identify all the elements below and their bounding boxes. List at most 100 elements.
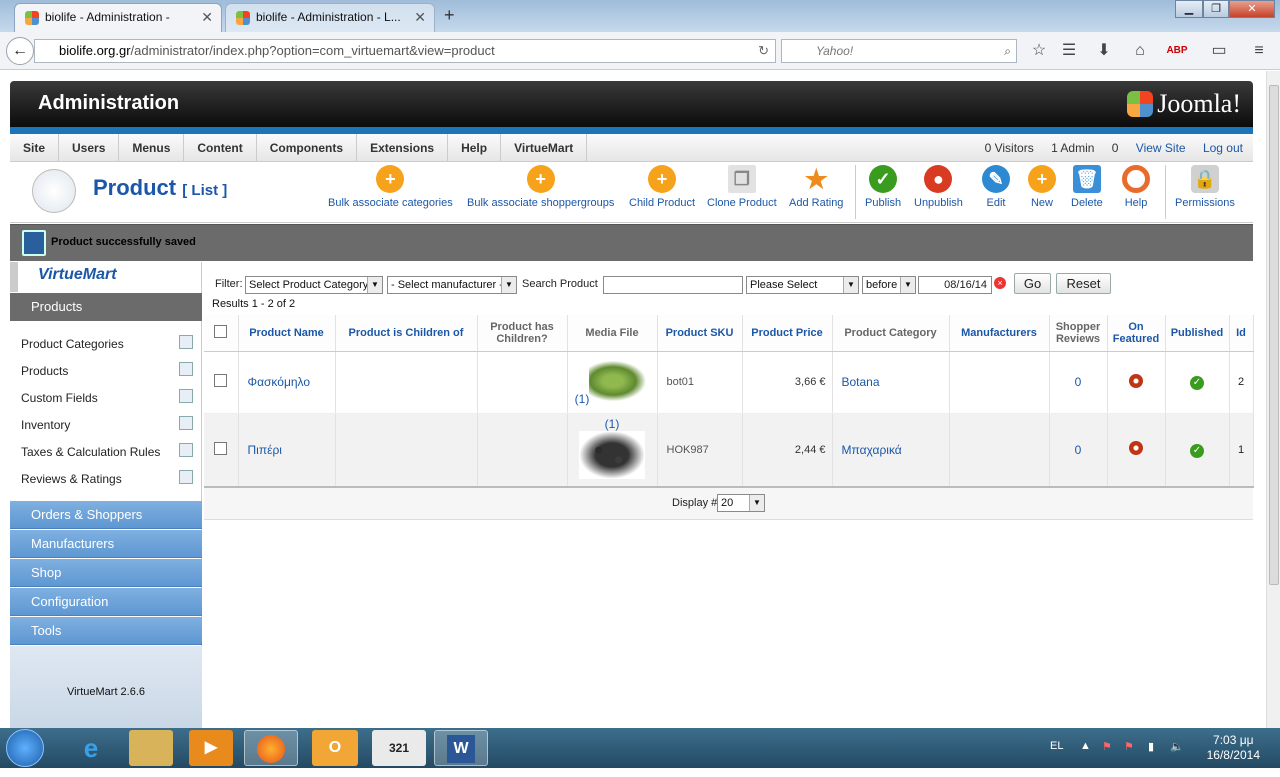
new-button[interactable]: + New (1028, 165, 1056, 209)
home-icon[interactable]: ⌂ (1129, 40, 1151, 62)
adblock-icon[interactable]: ABP (1166, 40, 1188, 62)
sidebar-item-taxes[interactable]: Taxes & Calculation Rules (21, 443, 193, 459)
edit-button[interactable]: ✎ Edit (982, 165, 1010, 209)
media-player-icon[interactable]: ▶ (189, 730, 233, 766)
menu-users[interactable]: Users (59, 134, 120, 162)
reviews-link[interactable]: 0 (1049, 351, 1108, 414)
column-published[interactable]: Published (1165, 315, 1230, 352)
signal-icon[interactable]: ▮ (1148, 740, 1154, 753)
column-id[interactable]: Id (1229, 315, 1254, 352)
unfeatured-icon[interactable] (1129, 373, 1143, 388)
reload-icon[interactable]: ↻ (758, 40, 769, 62)
calendar-321-icon[interactable]: 321 (372, 730, 426, 766)
menu-content[interactable]: Content (184, 134, 257, 162)
before-select[interactable]: before ▼ (862, 276, 916, 294)
reviews-link[interactable]: 0 (1049, 413, 1108, 488)
bulk-associate-categories-button[interactable]: + Bulk associate categories (328, 165, 453, 209)
menu-help[interactable]: Help (448, 134, 502, 162)
file-explorer-icon[interactable] (129, 730, 173, 766)
bulk-associate-shoppergroups-button[interactable]: + Bulk associate shoppergroups (467, 165, 614, 209)
permissions-button[interactable]: 🔒 Permissions (1175, 165, 1235, 209)
scrollbar-thumb[interactable] (1269, 85, 1279, 585)
windows-start-icon[interactable] (6, 729, 44, 767)
messages-count[interactable]: 0 (1112, 141, 1119, 155)
sidebar-section-orders[interactable]: Orders & Shoppers (10, 501, 202, 529)
reset-button[interactable]: Reset (1056, 273, 1111, 294)
download-icon[interactable]: ⬇ (1093, 40, 1115, 62)
menu-icon[interactable]: ≡ (1248, 40, 1270, 62)
column-children-of[interactable]: Product is Children of (335, 315, 478, 352)
unpublish-button[interactable]: ● Unpublish (914, 165, 963, 209)
display-count-select[interactable]: 20 ▼ (717, 494, 765, 512)
date-filter-select[interactable]: Please Select ▼ (746, 276, 859, 294)
new-tab-icon[interactable]: + (444, 5, 455, 26)
clear-date-icon[interactable]: × (994, 277, 1006, 289)
menu-components[interactable]: Components (257, 134, 358, 162)
column-product-name[interactable]: Product Name (238, 315, 336, 352)
sidebar-item-reviews[interactable]: Reviews & Ratings (21, 470, 193, 486)
page-scrollbar[interactable] (1266, 71, 1280, 728)
close-window-icon[interactable]: ✕ (1229, 0, 1275, 18)
internet-explorer-icon[interactable]: e (64, 730, 118, 766)
menu-virtuemart[interactable]: VirtueMart (501, 134, 588, 162)
child-product-button[interactable]: + Child Product (629, 165, 695, 209)
reading-list-icon[interactable]: ☰ (1058, 40, 1080, 62)
sage-leaf-image[interactable] (589, 358, 650, 403)
search-icon[interactable]: ⌕ (1004, 40, 1011, 62)
manufacturer-select[interactable]: - Select manufacturer - ▼ (387, 276, 517, 294)
media-count-link[interactable]: (1) (575, 392, 590, 406)
published-check-icon[interactable]: ✓ (1190, 443, 1204, 458)
sidebar-section-configuration[interactable]: Configuration (10, 588, 202, 616)
network-warning-icon[interactable]: ⚑ (1102, 740, 1112, 753)
menu-site[interactable]: Site (10, 134, 60, 162)
add-rating-button[interactable]: ★ Add Rating (789, 165, 843, 209)
media-count-link[interactable]: (1) (568, 417, 657, 431)
bookmark-star-icon[interactable]: ☆ (1028, 40, 1050, 62)
row-checkbox[interactable] (214, 374, 228, 387)
sidebar-section-products[interactable]: Products (10, 293, 202, 321)
browser-tab-active[interactable]: biolife - Administration - ✕ (14, 3, 222, 32)
column-sku[interactable]: Product SKU (657, 315, 743, 352)
go-button[interactable]: Go (1014, 273, 1051, 294)
menu-extensions[interactable]: Extensions (357, 134, 449, 162)
firefox-icon[interactable] (244, 730, 298, 766)
volume-icon[interactable]: 🔈 (1170, 740, 1184, 753)
minimize-icon[interactable]: ▁ (1175, 0, 1203, 18)
logout-link[interactable]: Log out (1203, 141, 1243, 155)
url-bar[interactable]: biolife.org.gr/administrator/index.php?o… (34, 39, 776, 63)
search-product-input[interactable] (603, 276, 743, 294)
outlook-icon[interactable]: O (312, 730, 358, 766)
view-site-link[interactable]: View Site (1136, 141, 1186, 155)
category-select[interactable]: Select Product Category ▼ (245, 276, 383, 294)
sidebar-collapse-handle[interactable] (10, 262, 18, 292)
sidebar-section-tools[interactable]: Tools (10, 617, 202, 645)
column-featured[interactable]: On Featured (1107, 315, 1166, 352)
pepper-image[interactable] (579, 431, 645, 480)
sidebar-section-shop[interactable]: Shop (10, 559, 202, 587)
row-checkbox[interactable] (214, 441, 228, 455)
show-hidden-icons-icon[interactable]: ▲ (1080, 740, 1091, 752)
maximize-icon[interactable]: ❐ (1203, 0, 1229, 18)
sidebar-item-inventory[interactable]: Inventory (21, 416, 193, 432)
search-bar[interactable]: Yahoo! ⌕ (781, 39, 1017, 63)
publish-button[interactable]: ✓ Publish (865, 165, 901, 209)
browser-tab[interactable]: biolife - Administration - L... ✕ (225, 3, 435, 32)
close-tab-icon[interactable]: ✕ (414, 4, 426, 31)
action-center-icon[interactable]: ⚑ (1124, 740, 1134, 753)
column-manufacturers[interactable]: Manufacturers (949, 315, 1050, 352)
unfeatured-icon[interactable] (1129, 441, 1143, 456)
word-icon[interactable]: W (434, 730, 488, 766)
window-icon[interactable]: ▭ (1208, 40, 1230, 62)
sidebar-section-manufacturers[interactable]: Manufacturers (10, 530, 202, 558)
date-input[interactable]: 08/16/14 (918, 276, 992, 294)
clock[interactable]: 7:03 μμ 16/8/2014 (1207, 733, 1260, 763)
close-tab-icon[interactable]: ✕ (201, 4, 213, 31)
category-link[interactable]: Botana (832, 351, 950, 414)
sidebar-item-product-categories[interactable]: Product Categories (21, 335, 193, 351)
column-price[interactable]: Product Price (742, 315, 833, 352)
delete-button[interactable]: 🗑 Delete (1071, 165, 1103, 209)
category-link[interactable]: Μπαχαρικά (832, 413, 950, 488)
sidebar-item-products[interactable]: Products (21, 362, 193, 378)
help-button[interactable]: Help (1122, 165, 1150, 209)
menu-menus[interactable]: Menus (119, 134, 185, 162)
